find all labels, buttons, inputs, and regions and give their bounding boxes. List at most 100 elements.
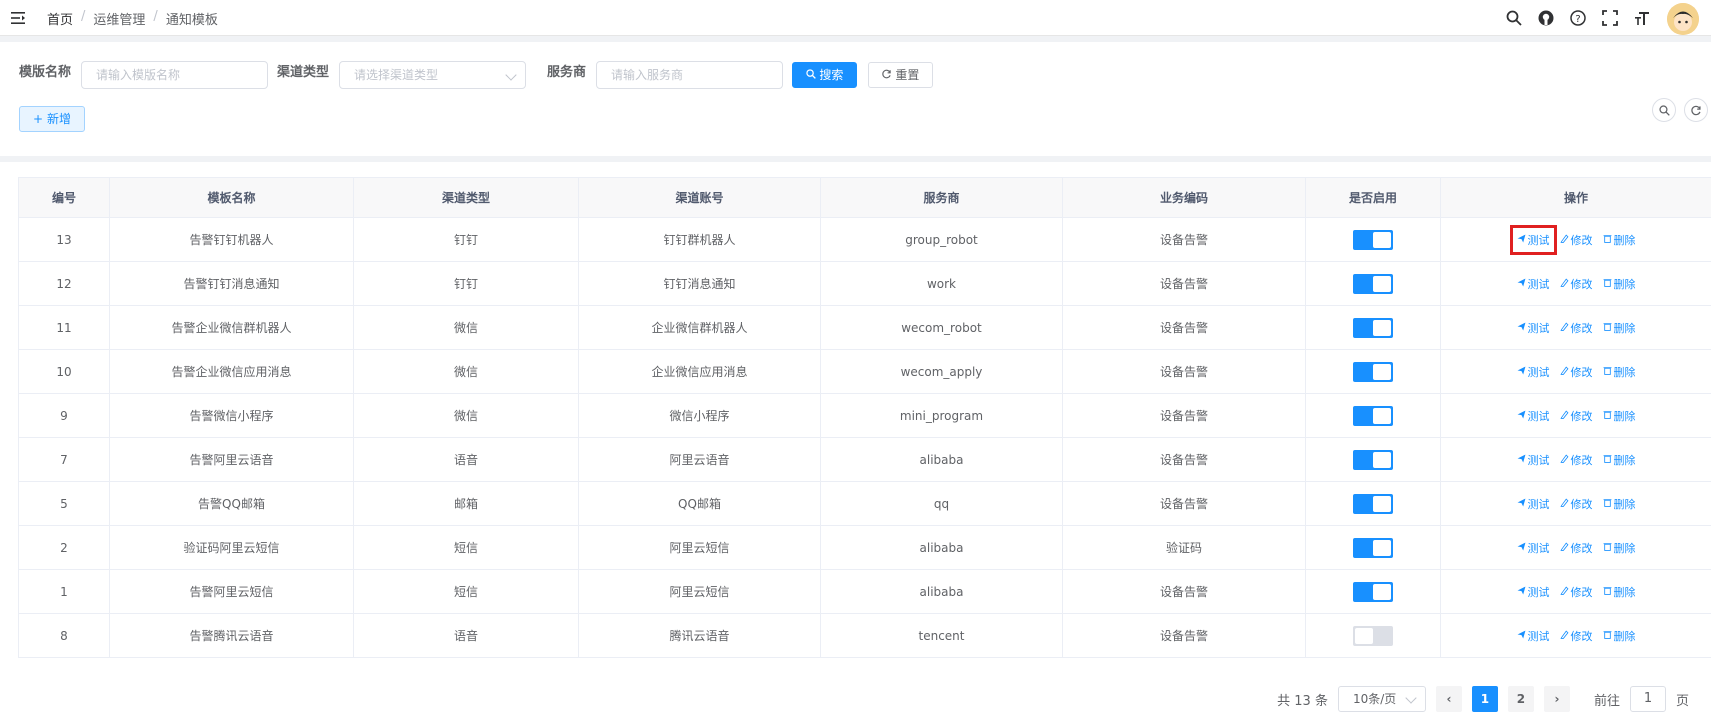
- edit-icon: [1559, 365, 1569, 378]
- test-button[interactable]: 测试: [1509, 224, 1557, 255]
- page-button-2[interactable]: 2: [1507, 686, 1534, 712]
- breadcrumb-current: 通知模板: [165, 13, 218, 28]
- delete-button[interactable]: 删除: [1603, 276, 1636, 292]
- enabled-toggle[interactable]: [1353, 493, 1393, 514]
- test-button-label: 测试: [1527, 409, 1550, 423]
- pagination: 共 13 条 10条/页 ‹ 1 2 › 前往 1 页: [1277, 686, 1689, 712]
- cell-name: 告警微信小程序: [109, 393, 354, 438]
- enabled-toggle[interactable]: [1353, 537, 1393, 558]
- cell-actions: 测试 修改 删除: [1440, 613, 1711, 658]
- edit-icon: [1559, 409, 1569, 422]
- edit-button[interactable]: 修改: [1559, 584, 1593, 600]
- enabled-toggle[interactable]: [1353, 625, 1393, 646]
- enabled-toggle[interactable]: [1353, 581, 1393, 602]
- edit-button-label: 修改: [1570, 629, 1593, 643]
- edit-button[interactable]: 修改: [1559, 276, 1593, 292]
- test-button[interactable]: 测试: [1517, 364, 1550, 380]
- prev-page-button[interactable]: ‹: [1435, 686, 1462, 712]
- avatar[interactable]: [1667, 3, 1699, 35]
- github-icon[interactable]: [1537, 9, 1555, 27]
- test-button[interactable]: 测试: [1517, 320, 1550, 336]
- add-button[interactable]: + 新增: [19, 106, 85, 132]
- cell-account: 钉钉消息通知: [578, 261, 821, 306]
- delete-button[interactable]: 删除: [1603, 540, 1636, 556]
- enabled-toggle[interactable]: [1353, 449, 1393, 470]
- test-button[interactable]: 测试: [1517, 584, 1550, 600]
- breadcrumb-ops[interactable]: 运维管理: [93, 9, 145, 28]
- cell-actions: 测试 修改 删除: [1440, 393, 1711, 438]
- cell-actions: 测试 修改 删除: [1440, 525, 1711, 570]
- search-icon: [805, 69, 816, 79]
- enabled-toggle[interactable]: [1353, 405, 1393, 426]
- delete-button[interactable]: 删除: [1603, 496, 1636, 512]
- provider-label: 服务商: [547, 65, 587, 80]
- page-size-select[interactable]: 10条/页: [1337, 686, 1426, 712]
- menu-toggle-icon[interactable]: [10, 10, 26, 26]
- enabled-toggle[interactable]: [1353, 361, 1393, 382]
- cell-channel: 微信: [353, 305, 579, 350]
- test-button-label: 测试: [1527, 321, 1550, 335]
- next-page-button[interactable]: ›: [1543, 686, 1570, 712]
- test-button[interactable]: 测试: [1517, 540, 1550, 556]
- breadcrumb-home[interactable]: 首页: [47, 9, 73, 28]
- test-button[interactable]: 测试: [1517, 496, 1550, 512]
- test-button[interactable]: 测试: [1517, 276, 1550, 292]
- cell-name: 告警钉钉机器人: [109, 217, 354, 262]
- help-icon[interactable]: ?: [1569, 9, 1587, 27]
- delete-button[interactable]: 删除: [1603, 628, 1636, 644]
- cell-channel: 语音: [353, 613, 579, 658]
- cell-actions: 测试 修改 删除: [1440, 217, 1711, 262]
- table-row: 7 告警阿里云语音 语音 阿里云语音 alibaba 设备告警 测试 修改 删除: [18, 437, 1711, 482]
- enabled-toggle[interactable]: [1353, 317, 1393, 338]
- edit-button[interactable]: 修改: [1559, 452, 1593, 468]
- pagination-total: 共 13 条: [1277, 693, 1328, 709]
- search-icon[interactable]: [1505, 9, 1523, 27]
- table-row: 8 告警腾讯云语音 语音 腾讯云语音 tencent 设备告警 测试 修改 删除: [18, 613, 1711, 658]
- edit-button[interactable]: 修改: [1559, 364, 1593, 380]
- reset-button[interactable]: 重置: [868, 62, 933, 88]
- edit-button[interactable]: 修改: [1559, 496, 1593, 512]
- edit-button[interactable]: 修改: [1559, 408, 1593, 424]
- delete-button-label: 删除: [1613, 541, 1636, 555]
- page-button-1[interactable]: 1: [1471, 686, 1498, 712]
- delete-button-label: 删除: [1613, 497, 1636, 511]
- goto-page-input[interactable]: 1: [1629, 686, 1666, 712]
- cell-provider: alibaba: [820, 437, 1063, 482]
- cell-id: 5: [18, 481, 110, 526]
- delete-button-label: 删除: [1613, 321, 1636, 335]
- refresh-button[interactable]: [1684, 98, 1708, 122]
- edit-button[interactable]: 修改: [1559, 540, 1593, 556]
- send-icon: [1517, 277, 1526, 290]
- test-button[interactable]: 测试: [1517, 408, 1550, 424]
- test-button-label: 测试: [1527, 585, 1550, 599]
- edit-button-label: 修改: [1570, 541, 1593, 555]
- font-size-icon[interactable]: [1633, 9, 1651, 27]
- cell-account: QQ邮箱: [578, 481, 821, 526]
- delete-button[interactable]: 删除: [1603, 320, 1636, 336]
- cell-code: 设备告警: [1062, 217, 1306, 262]
- send-icon: [1517, 365, 1526, 378]
- template-name-input[interactable]: 请输入模版名称: [81, 61, 268, 89]
- search-button[interactable]: 搜索: [792, 62, 857, 88]
- edit-button[interactable]: 修改: [1559, 628, 1593, 644]
- enabled-toggle[interactable]: [1353, 229, 1393, 250]
- toggle-search-button[interactable]: [1652, 98, 1676, 122]
- enabled-toggle[interactable]: [1353, 273, 1393, 294]
- edit-button[interactable]: 修改: [1559, 232, 1593, 248]
- cell-enabled: [1305, 393, 1441, 438]
- provider-input[interactable]: 请输入服务商: [596, 61, 783, 89]
- delete-button[interactable]: 删除: [1603, 452, 1636, 468]
- fullscreen-icon[interactable]: [1601, 9, 1619, 27]
- delete-button[interactable]: 删除: [1603, 232, 1636, 248]
- delete-button[interactable]: 删除: [1603, 584, 1636, 600]
- delete-button[interactable]: 删除: [1603, 364, 1636, 380]
- cell-provider: wecom_robot: [820, 305, 1063, 350]
- test-button[interactable]: 测试: [1517, 452, 1550, 468]
- delete-button[interactable]: 删除: [1603, 408, 1636, 424]
- edit-button[interactable]: 修改: [1559, 320, 1593, 336]
- cell-account: 企业微信群机器人: [578, 305, 821, 350]
- channel-type-select[interactable]: 请选择渠道类型: [339, 61, 526, 89]
- template-name-label: 模版名称: [19, 65, 72, 80]
- test-button[interactable]: 测试: [1517, 628, 1550, 644]
- cell-channel: 语音: [353, 437, 579, 482]
